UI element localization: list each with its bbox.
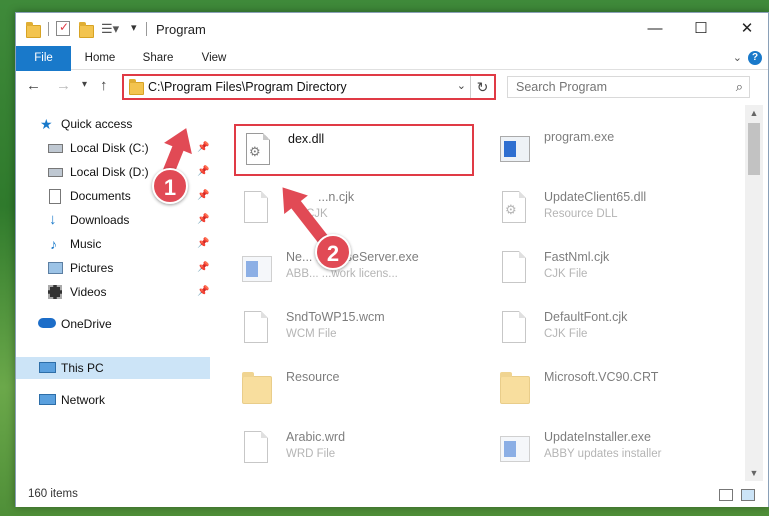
expand-ribbon-icon[interactable]: ⌄ — [733, 51, 742, 64]
pin-icon[interactable]: 📌 — [197, 161, 209, 183]
address-path[interactable]: C:\Program Files\Program Directory — [148, 80, 347, 94]
folder-icon — [240, 370, 274, 410]
drive-icon — [48, 168, 63, 177]
back-arrow-icon[interactable]: ← — [26, 77, 41, 94]
pin-icon[interactable]: 📌 — [197, 137, 209, 159]
maximize-button[interactable]: ☐ — [678, 13, 724, 44]
ribbon: File Home Share View ⌄ ? — [16, 46, 768, 98]
vertical-scrollbar[interactable]: ▲ ▼ — [745, 105, 763, 481]
computer-icon — [39, 362, 56, 373]
title-bar: ✓ ☰▾ ▾ Program — ☐ ✕ — [16, 13, 768, 46]
search-box[interactable]: ⌕ — [507, 76, 750, 98]
pin-icon[interactable]: 📌 — [197, 281, 209, 303]
up-arrow-icon[interactable]: ↑ — [100, 77, 108, 94]
file-tile-program-exe[interactable]: program.exe — [492, 124, 732, 176]
quick-access-dropdown-icon[interactable]: ▾ — [131, 21, 137, 34]
file-icon — [498, 250, 532, 290]
pictures-icon — [48, 262, 63, 274]
file-tile[interactable]: ⚙ UpdateClient65.dll Resource DLL — [492, 184, 732, 236]
close-button[interactable]: ✕ — [724, 13, 769, 44]
exe-icon — [240, 250, 274, 290]
file-tile[interactable]: DefaultFont.cjk CJK File — [492, 304, 732, 356]
nav-network[interactable]: Network — [16, 389, 210, 411]
search-input[interactable] — [508, 77, 718, 97]
file-icon — [240, 190, 274, 230]
file-tile[interactable]: ...n.cjk CJK — [234, 184, 474, 236]
documents-icon — [49, 189, 61, 204]
status-bar: 160 items — [16, 483, 768, 507]
file-list: ⚙ dex.dll program.exe ...n.cjk CJK ⚙ Upd… — [212, 105, 745, 481]
dll-icon: ⚙ — [242, 132, 276, 172]
forward-arrow-icon[interactable]: → — [56, 77, 71, 94]
nav-this-pc[interactable]: This PC — [16, 357, 210, 379]
file-tile[interactable]: Arabic.wrd WRD File — [234, 424, 474, 476]
window-title: Program — [156, 22, 206, 37]
folder-icon — [498, 370, 532, 410]
scroll-up-icon[interactable]: ▲ — [745, 105, 763, 121]
file-tile-dex-dll[interactable]: ⚙ dex.dll — [234, 124, 474, 176]
divider — [146, 22, 147, 36]
network-icon — [39, 394, 56, 405]
details-view-icon[interactable] — [719, 489, 733, 501]
pin-icon[interactable]: 📌 — [197, 257, 209, 279]
address-dropdown-icon[interactable]: ⌄ — [457, 79, 466, 92]
refresh-icon[interactable]: ↻ — [470, 76, 494, 98]
folder-tile[interactable]: Microsoft.VC90.CRT — [492, 364, 732, 416]
help-icon[interactable]: ? — [748, 51, 762, 65]
drive-icon — [48, 144, 63, 153]
exe-icon — [498, 130, 532, 170]
recent-locations-icon[interactable]: ▾ — [82, 79, 87, 90]
navigation-pane: ★ Quick access Local Disk (C:) 📌 Local D… — [16, 105, 212, 481]
star-icon: ★ — [40, 116, 53, 132]
tab-home[interactable]: Home — [78, 46, 122, 70]
pin-icon[interactable]: 📌 — [197, 185, 209, 207]
folder-tile[interactable]: Resource — [234, 364, 474, 416]
pin-icon[interactable]: 📌 — [197, 209, 209, 231]
file-tile[interactable]: SndToWP15.wcm WCM File — [234, 304, 474, 356]
file-tile[interactable]: Ne... LicenseServer.exe ABB... ...work l… — [234, 244, 474, 296]
file-icon — [240, 310, 274, 350]
videos-icon — [48, 285, 62, 299]
dll-icon: ⚙ — [498, 190, 532, 230]
address-bar[interactable]: C:\Program Files\Program Directory ⌄ ↻ — [122, 74, 496, 100]
tab-share[interactable]: Share — [134, 46, 182, 70]
minimize-button[interactable]: — — [632, 13, 678, 44]
nav-onedrive[interactable]: OneDrive — [16, 313, 210, 335]
file-tile[interactable]: UpdateInstaller.exe ABBY updates install… — [492, 424, 732, 476]
explorer-window: ✓ ☰▾ ▾ Program — ☐ ✕ File Home Share Vie… — [15, 12, 769, 507]
scroll-thumb[interactable] — [748, 123, 760, 175]
tab-view[interactable]: View — [193, 46, 235, 70]
nav-downloads[interactable]: ↓ Downloads 📌 — [16, 209, 210, 231]
search-icon[interactable]: ⌕ — [736, 79, 743, 95]
tiles-view-icon[interactable] — [741, 489, 755, 501]
nav-videos[interactable]: Videos 📌 — [16, 281, 210, 303]
scroll-down-icon[interactable]: ▼ — [745, 465, 763, 481]
properties-icon[interactable]: ✓ — [56, 20, 70, 36]
divider — [48, 22, 49, 36]
file-icon — [498, 310, 532, 350]
nav-music[interactable]: ♪ Music 📌 — [16, 233, 210, 255]
music-icon: ♪ — [50, 236, 57, 252]
annotation-badge-1: 1 — [152, 168, 188, 204]
file-icon — [240, 430, 274, 470]
annotation-badge-2: 2 — [315, 234, 351, 270]
address-row: ← → ▾ ↑ C:\Program Files\Program Directo… — [16, 71, 768, 103]
file-tile[interactable]: FastNml.cjk CJK File — [492, 244, 732, 296]
pin-icon[interactable]: 📌 — [197, 233, 209, 255]
exe-icon — [498, 430, 532, 470]
cloud-icon — [38, 318, 56, 328]
downloads-icon: ↓ — [49, 211, 57, 228]
item-count: 160 items — [28, 488, 78, 500]
customize-icon[interactable]: ☰▾ — [101, 21, 119, 37]
nav-pictures[interactable]: Pictures 📌 — [16, 257, 210, 279]
